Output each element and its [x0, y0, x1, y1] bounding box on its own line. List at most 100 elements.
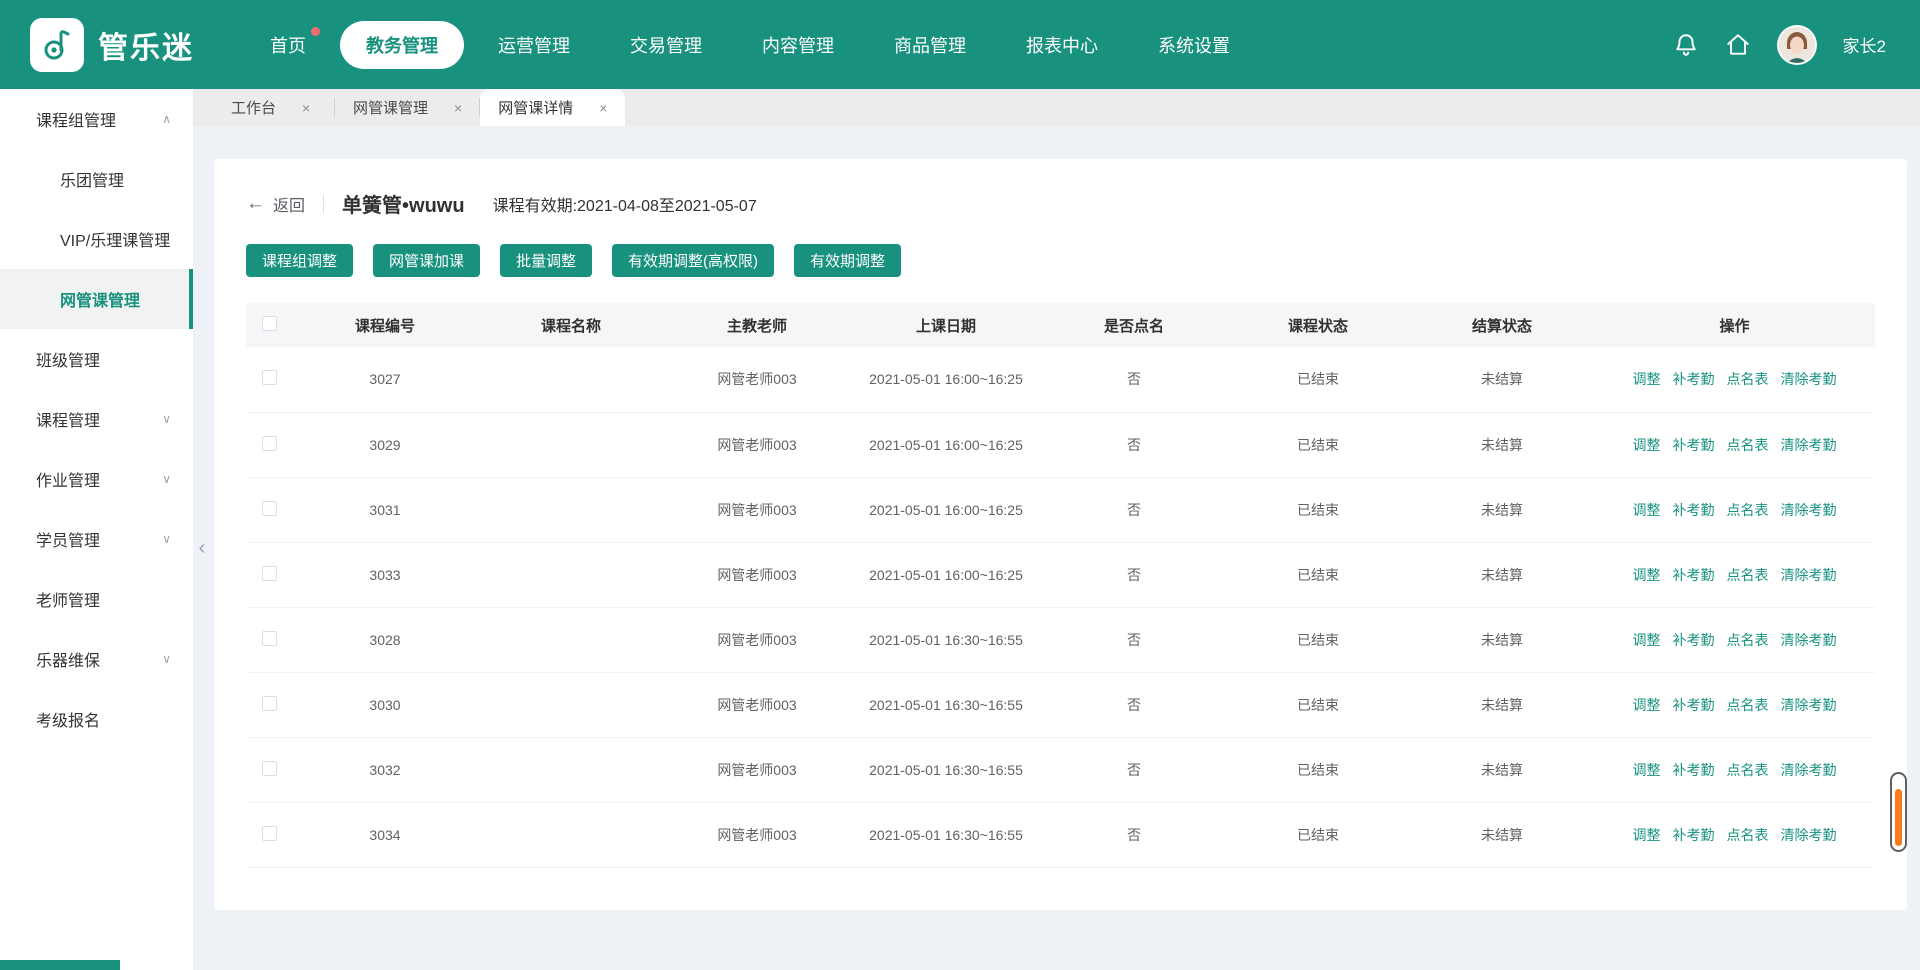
nav-item[interactable]: 商品管理 [868, 21, 992, 69]
cell-rollcall: 否 [1042, 542, 1226, 607]
row-action-link[interactable]: 补考勤 [1673, 437, 1715, 453]
row-action-link[interactable]: 调整 [1633, 697, 1661, 713]
row-action-link[interactable]: 调整 [1633, 437, 1661, 453]
cell-id: 3028 [292, 607, 478, 672]
row-action-link[interactable]: 补考勤 [1673, 567, 1715, 583]
row-action-link[interactable]: 清除考勤 [1781, 371, 1837, 387]
cell-teacher: 网管老师003 [664, 672, 850, 737]
main-nav: 首页 教务管理运营管理交易管理内容管理商品管理报表中心系统设置 [244, 21, 1256, 69]
home-icon[interactable] [1725, 32, 1751, 58]
row-action-link[interactable]: 调整 [1633, 762, 1661, 778]
row-action-link[interactable]: 清除考勤 [1781, 697, 1837, 713]
close-icon[interactable]: × [454, 100, 462, 116]
row-checkbox[interactable] [262, 826, 277, 841]
avatar[interactable] [1777, 25, 1817, 65]
row-checkbox-cell [246, 672, 292, 737]
sidebar-item[interactable]: 乐器维保∨ [0, 629, 193, 689]
row-action-link[interactable]: 调整 [1633, 632, 1661, 648]
scrollbar-thumb[interactable] [1895, 789, 1902, 846]
row-action-link[interactable]: 清除考勤 [1781, 567, 1837, 583]
row-action-link[interactable]: 点名表 [1727, 437, 1769, 453]
sidebar-item[interactable]: 考级报名 [0, 689, 193, 749]
navbar-right: 家长2 [1673, 25, 1886, 65]
row-action-link[interactable]: 调整 [1633, 371, 1661, 387]
row-checkbox[interactable] [262, 566, 277, 581]
tab[interactable]: 网管课详情 × [480, 89, 625, 126]
cell-date: 2021-05-01 16:00~16:25 [850, 347, 1042, 412]
close-icon[interactable]: × [599, 100, 607, 116]
row-checkbox[interactable] [262, 631, 277, 646]
row-action-link[interactable]: 清除考勤 [1781, 502, 1837, 518]
sidebar-collapse-icon[interactable]: ‹ [193, 528, 211, 568]
sidebar-item[interactable]: 班级管理 [0, 329, 193, 389]
column-header: 课程名称 [478, 303, 664, 347]
row-action-link[interactable]: 补考勤 [1673, 502, 1715, 518]
row-action-link[interactable]: 补考勤 [1673, 371, 1715, 387]
row-action-link[interactable]: 点名表 [1727, 697, 1769, 713]
close-icon[interactable]: × [302, 100, 310, 116]
tab[interactable]: 网管课管理× [335, 89, 480, 126]
row-action-link[interactable]: 清除考勤 [1781, 437, 1837, 453]
cell-settlement: 未结算 [1410, 542, 1594, 607]
toolbar-button[interactable]: 课程组调整 [246, 244, 353, 277]
toolbar-button[interactable]: 有效期调整 [794, 244, 901, 277]
sidebar-item[interactable]: 作业管理∨ [0, 449, 193, 509]
page-scrollbar[interactable] [1890, 772, 1907, 852]
cell-date: 2021-05-01 16:30~16:55 [850, 802, 1042, 867]
table-header-row: 课程编号课程名称主教老师上课日期是否点名课程状态结算状态操作 [246, 303, 1875, 347]
select-all-checkbox[interactable] [262, 316, 277, 331]
cell-status: 已结束 [1226, 477, 1410, 542]
row-action-link[interactable]: 清除考勤 [1781, 762, 1837, 778]
nav-item[interactable]: 报表中心 [1000, 21, 1124, 69]
nav-item[interactable]: 首页 [244, 21, 332, 69]
cell-actions: 调整补考勤点名表清除考勤 [1594, 672, 1875, 737]
row-action-link[interactable]: 点名表 [1727, 371, 1769, 387]
sidebar-item[interactable]: 网管课管理 [0, 269, 193, 329]
row-action-link[interactable]: 点名表 [1727, 502, 1769, 518]
row-checkbox[interactable] [262, 761, 277, 776]
tab[interactable]: 工作台× [213, 89, 335, 126]
app-logo[interactable]: 管乐迷 [30, 18, 194, 72]
sidebar-item[interactable]: 学员管理∨ [0, 509, 193, 569]
user-name[interactable]: 家长2 [1843, 32, 1886, 57]
toolbar-button[interactable]: 有效期调整(高权限) [612, 244, 774, 277]
row-action-link[interactable]: 补考勤 [1673, 697, 1715, 713]
row-action-link[interactable]: 点名表 [1727, 632, 1769, 648]
row-checkbox[interactable] [262, 436, 277, 451]
nav-item[interactable]: 系统设置 [1132, 21, 1256, 69]
row-action-link[interactable]: 清除考勤 [1781, 827, 1837, 843]
sidebar-item[interactable]: 课程组管理∧ [0, 89, 193, 149]
nav-item[interactable]: 教务管理 [340, 21, 464, 69]
row-action-link[interactable]: 补考勤 [1673, 762, 1715, 778]
sidebar-item[interactable]: VIP/乐理课管理 [0, 209, 193, 269]
back-button[interactable]: ← 返回 [246, 192, 305, 216]
detail-card: ← 返回 单簧管•wuwu 课程有效期:2021-04-08至2021-05-0… [214, 159, 1907, 910]
nav-item[interactable]: 运营管理 [472, 21, 596, 69]
row-checkbox[interactable] [262, 370, 277, 385]
cell-name [478, 672, 664, 737]
toolbar-button[interactable]: 批量调整 [500, 244, 592, 277]
row-action-link[interactable]: 调整 [1633, 567, 1661, 583]
sidebar-item[interactable]: 乐团管理 [0, 149, 193, 209]
cell-teacher: 网管老师003 [664, 542, 850, 607]
cell-name [478, 412, 664, 477]
row-checkbox[interactable] [262, 501, 277, 516]
nav-item[interactable]: 交易管理 [604, 21, 728, 69]
row-action-link[interactable]: 补考勤 [1673, 632, 1715, 648]
sidebar-item[interactable]: 课程管理∨ [0, 389, 193, 449]
row-action-link[interactable]: 点名表 [1727, 567, 1769, 583]
row-action-link[interactable]: 补考勤 [1673, 827, 1715, 843]
tab-label: 网管课详情 [498, 97, 573, 118]
row-action-link[interactable]: 调整 [1633, 502, 1661, 518]
course-table: 课程编号课程名称主教老师上课日期是否点名课程状态结算状态操作 3027网管老师0… [246, 303, 1875, 868]
nav-item[interactable]: 内容管理 [736, 21, 860, 69]
bell-icon[interactable] [1673, 32, 1699, 58]
row-action-link[interactable]: 点名表 [1727, 827, 1769, 843]
row-checkbox[interactable] [262, 696, 277, 711]
row-action-link[interactable]: 清除考勤 [1781, 632, 1837, 648]
sidebar-item[interactable]: 老师管理 [0, 569, 193, 629]
toolbar-button[interactable]: 网管课加课 [373, 244, 480, 277]
row-action-link[interactable]: 点名表 [1727, 762, 1769, 778]
row-action-link[interactable]: 调整 [1633, 827, 1661, 843]
nav-item-label: 首页 [270, 36, 306, 56]
